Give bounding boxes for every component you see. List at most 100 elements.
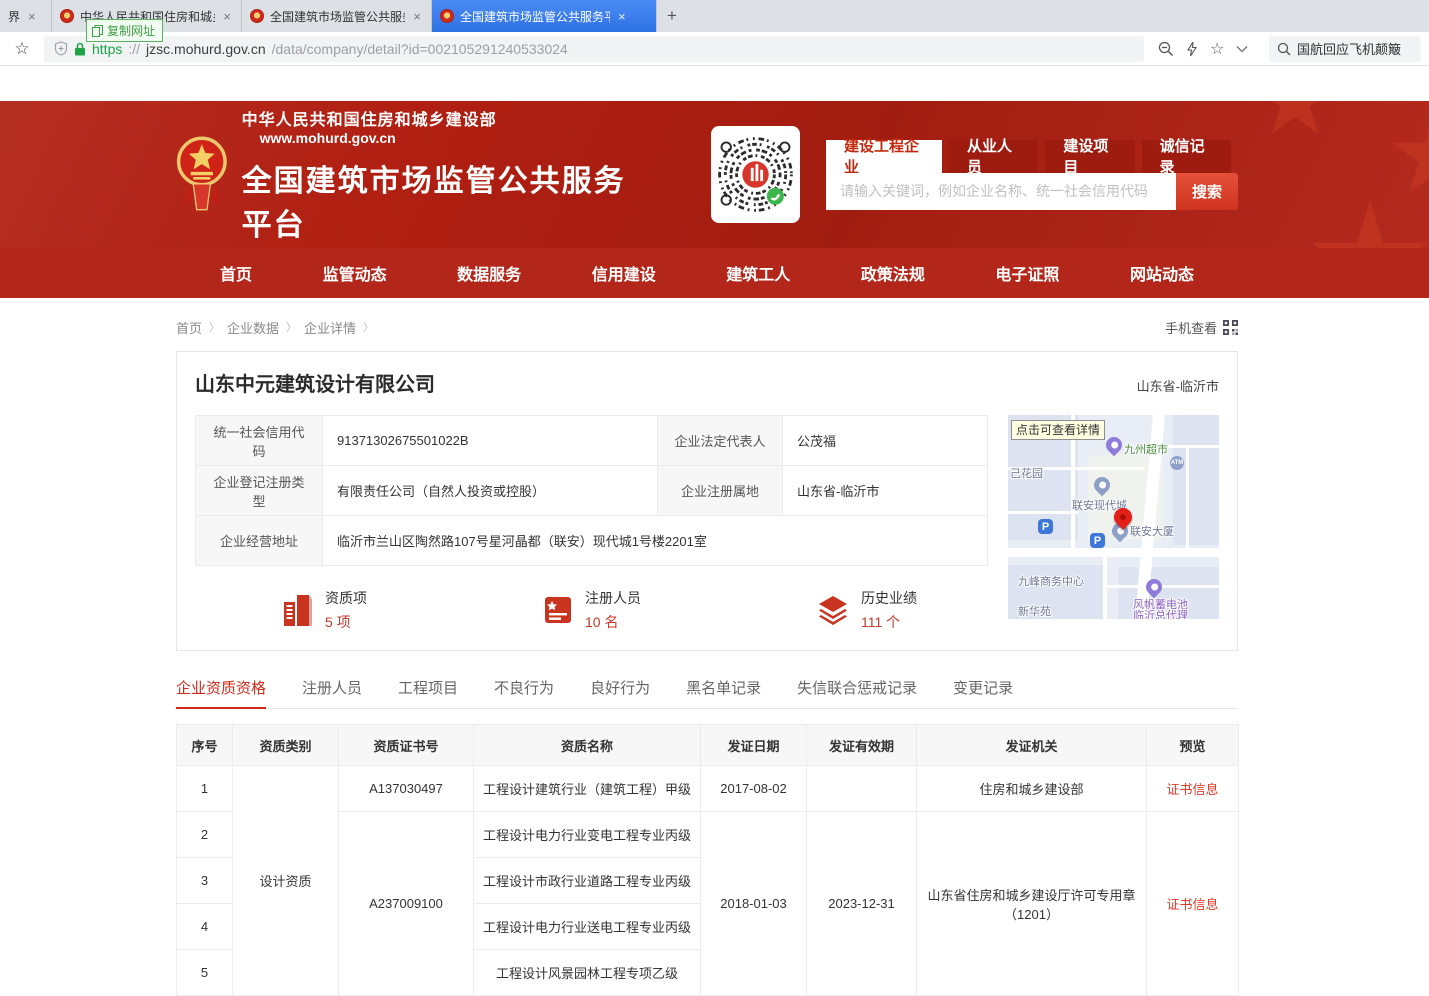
- col-header-authority: 发证机关: [917, 725, 1147, 766]
- tab-close-icon[interactable]: ×: [411, 9, 423, 24]
- cell-cert-no: A137030497: [339, 766, 474, 812]
- tab-title: 界: [8, 8, 20, 25]
- keyword-search-input[interactable]: [826, 173, 1176, 210]
- reg-type-label: 企业登记注册类型: [196, 466, 323, 516]
- cell-issue-date: 2018-01-03: [701, 812, 807, 996]
- map-tooltip: 点击可查看详情: [1011, 420, 1105, 440]
- credit-code-value: 91371302675501022B: [323, 416, 658, 466]
- search-tab-personnel[interactable]: 从业人员: [949, 140, 1038, 173]
- ministry-url: www.mohurd.gov.cn: [260, 130, 396, 146]
- tab-close-icon[interactable]: ×: [616, 9, 628, 24]
- cell-no: 1: [177, 766, 233, 812]
- toolbar-actions: ☆: [1152, 39, 1254, 59]
- cell-issue-date: 2017-08-02: [701, 766, 807, 812]
- new-tab-button[interactable]: +: [657, 0, 687, 32]
- certificate-info-link[interactable]: 证书信息: [1166, 782, 1218, 797]
- tab-projects[interactable]: 工程项目: [398, 677, 458, 708]
- favorites-star-icon[interactable]: ☆: [1210, 39, 1224, 59]
- lightning-icon[interactable]: [1186, 41, 1198, 57]
- search-tab-project[interactable]: 建设项目: [1045, 140, 1134, 173]
- tab-title: 全国建筑市场监管公共服务平台: [270, 8, 405, 25]
- cell-valid-until: 2023-12-31: [807, 812, 917, 996]
- stat-label: 历史业绩: [861, 588, 917, 608]
- reg-type-value: 有限责任公司（自然人投资或控股）: [323, 466, 658, 516]
- search-button[interactable]: 搜索: [1176, 173, 1238, 210]
- nav-item-site-news[interactable]: 网站动态: [1130, 261, 1194, 285]
- nav-item-license[interactable]: 电子证照: [995, 261, 1059, 285]
- browser-tab-partial[interactable]: 界 ×: [0, 0, 52, 32]
- secure-lock-icon: [74, 42, 86, 56]
- stat-value: 111 个: [861, 612, 917, 632]
- nav-item-workers[interactable]: 建筑工人: [726, 261, 790, 285]
- cell-qual-name: 工程设计风景园林工程专项乙级: [474, 950, 701, 996]
- address-label: 企业经营地址: [196, 516, 323, 566]
- bookmark-star-icon[interactable]: ☆: [8, 39, 36, 59]
- cell-authority: 住房和城乡建设部: [917, 766, 1147, 812]
- tab-blacklist[interactable]: 黑名单记录: [686, 677, 761, 708]
- search-tab-enterprise[interactable]: 建设工程企业: [826, 140, 942, 173]
- emblem-favicon-icon: [440, 9, 454, 23]
- miniprogram-qr-icon: [713, 132, 798, 217]
- platform-title: 全国建筑市场监管公共服务平台: [242, 156, 655, 244]
- cell-authority: 山东省住房和城乡建设厅许可专用章 （1201）: [917, 812, 1147, 996]
- supermarket-poi-icon: [1103, 434, 1126, 457]
- tab-qualifications[interactable]: 企业资质资格: [176, 677, 266, 708]
- search-tab-credit[interactable]: 诚信记录: [1142, 140, 1231, 173]
- site-branding: 中华人民共和国住房和城乡建设部 www.mohurd.gov.cn 全国建筑市场…: [242, 106, 655, 244]
- header-search-module: 建设工程企业 从业人员 建设项目 诚信记录 搜索: [826, 140, 1238, 210]
- tab-bad-behavior[interactable]: 不良行为: [494, 677, 554, 708]
- cell-qual-name: 工程设计电力行业变电工程专业丙级: [474, 812, 701, 858]
- tab-registered-personnel[interactable]: 注册人员: [302, 677, 362, 708]
- cell-valid-until: [807, 766, 917, 812]
- nav-item-home[interactable]: 首页: [220, 261, 252, 285]
- cell-no: 4: [177, 904, 233, 950]
- browser-tab-jzsc[interactable]: 全国建筑市场监管公共服务平台 ×: [242, 0, 432, 32]
- cell-qual-name: 工程设计市政行业道路工程专业丙级: [474, 858, 701, 904]
- reg-region-value: 山东省-临沂市: [783, 466, 988, 516]
- quick-search-box[interactable]: 国航回应飞机颠簸: [1269, 36, 1421, 62]
- building-icon: [281, 592, 315, 628]
- shield-plus-icon[interactable]: [54, 41, 68, 56]
- chevron-down-icon[interactable]: [1236, 45, 1248, 53]
- hot-search-text: 国航回应飞机颠簸: [1297, 39, 1401, 58]
- breadcrumb-company-detail[interactable]: 企业详情: [304, 318, 356, 337]
- tab-dishonesty-records[interactable]: 失信联合惩戒记录: [797, 677, 917, 708]
- nav-item-credit[interactable]: 信用建设: [592, 261, 656, 285]
- col-header-category: 资质类别: [233, 725, 339, 766]
- mobile-view-link[interactable]: 手机查看: [1165, 318, 1238, 337]
- url-scheme: https: [92, 41, 122, 57]
- tab-close-icon[interactable]: ×: [26, 9, 38, 24]
- map-label-business-center: 九峰商务中心: [1018, 573, 1084, 589]
- stat-value: 10 名: [585, 612, 641, 632]
- zoom-out-icon[interactable]: [1158, 41, 1174, 57]
- tab-change-records[interactable]: 变更记录: [953, 677, 1013, 708]
- col-header-name: 资质名称: [474, 725, 701, 766]
- company-location-map[interactable]: 点击可查看详情 九州超市 ATM 己花园 联安现代城 联安大厦 P P 九峰商务…: [1008, 415, 1219, 619]
- company-detail-card: 山东中元建筑设计有限公司 山东省-临沂市 统一社会信用代码 9137130267…: [176, 351, 1238, 651]
- map-label-lian-an-tower: 联安大厦: [1130, 523, 1174, 539]
- qr-code-card: [711, 126, 800, 223]
- breadcrumb-company-data[interactable]: 企业数据: [227, 318, 279, 337]
- tab-good-behavior[interactable]: 良好行为: [590, 677, 650, 708]
- address-bar[interactable]: https://jzsc.mohurd.gov.cn/data/company/…: [44, 36, 1144, 62]
- certificate-info-link[interactable]: 证书信息: [1166, 897, 1218, 912]
- cell-no: 3: [177, 858, 233, 904]
- map-label-xinhua-yuan: 新华苑: [1018, 603, 1051, 619]
- stat-qualifications: 资质项 5 项: [281, 588, 367, 632]
- atm-icon: ATM: [1170, 456, 1184, 470]
- company-stats: 资质项 5 项 注册人员 10 名: [195, 588, 987, 632]
- breadcrumb-home[interactable]: 首页: [176, 318, 202, 337]
- address-value: 临沂市兰山区陶然路107号星河晶都（联安）现代城1号楼2201室: [323, 516, 988, 566]
- company-info-table: 统一社会信用代码 91371302675501022B 企业法定代表人 公茂福 …: [195, 415, 988, 566]
- site-header: 中华人民共和国住房和城乡建设部 www.mohurd.gov.cn 全国建筑市场…: [0, 101, 1429, 248]
- nav-item-supervision[interactable]: 监管动态: [323, 261, 387, 285]
- col-header-no: 序号: [177, 725, 233, 766]
- nav-item-data-service[interactable]: 数据服务: [457, 261, 521, 285]
- browser-tab-active[interactable]: 全国建筑市场监管公共服务平台 ×: [432, 0, 657, 32]
- stat-registered-personnel: 注册人员 10 名: [541, 588, 641, 632]
- company-detail-tabs: 企业资质资格 注册人员 工程项目 不良行为 良好行为 黑名单记录 失信联合惩戒记…: [176, 677, 1238, 709]
- nav-item-policy[interactable]: 政策法规: [861, 261, 925, 285]
- tab-close-icon[interactable]: ×: [221, 9, 233, 24]
- reg-region-label: 企业注册属地: [658, 466, 783, 516]
- col-header-preview: 预览: [1147, 725, 1239, 766]
